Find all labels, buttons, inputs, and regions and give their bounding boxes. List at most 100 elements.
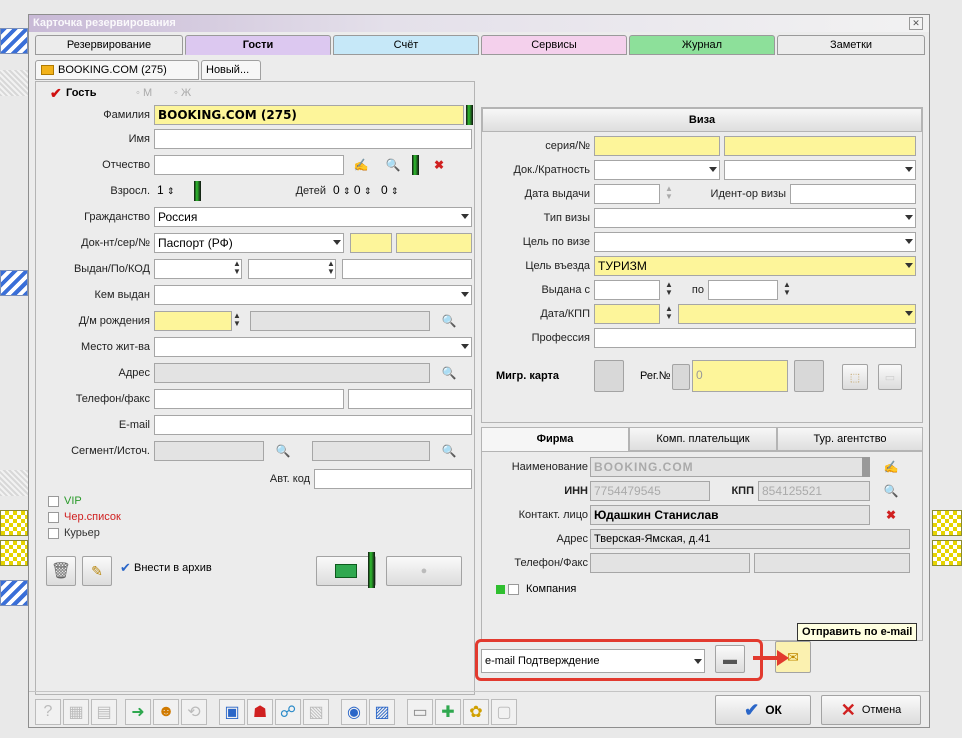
- doc-type-select[interactable]: Паспорт (РФ): [154, 233, 344, 253]
- tab-travel-agency[interactable]: Тур. агентство: [777, 427, 923, 451]
- reg-button[interactable]: [672, 364, 690, 390]
- children-stepper[interactable]: 0 ⇕ 0 ⇕: [330, 181, 376, 201]
- tab-notes[interactable]: Заметки: [777, 35, 925, 55]
- residence-select[interactable]: [154, 337, 472, 357]
- palette-icon[interactable]: ✿: [463, 699, 489, 725]
- add-icon[interactable]: ✚: [435, 699, 461, 725]
- phone-field[interactable]: [154, 389, 344, 409]
- delete-icon[interactable]: ✖: [882, 506, 900, 524]
- stepper-icon[interactable]: ▲ ▼: [326, 260, 336, 278]
- company-checkbox[interactable]: [508, 584, 519, 595]
- scan-button[interactable]: [794, 360, 824, 392]
- gender-m-radio[interactable]: ◦ М: [136, 87, 152, 99]
- ok-button[interactable]: ✔ ОК: [715, 695, 811, 725]
- stepper-icon[interactable]: ▲ ▼: [664, 281, 674, 299]
- inn-field[interactable]: 7754479545: [590, 481, 710, 501]
- email-field[interactable]: [154, 415, 472, 435]
- tab-firm[interactable]: Фирма: [481, 427, 629, 451]
- camera-icon[interactable]: ◉: [341, 699, 367, 725]
- migr-card-button[interactable]: [594, 360, 624, 392]
- search-icon[interactable]: 🔍: [384, 156, 402, 174]
- calculator-icon[interactable]: ▣: [219, 699, 245, 725]
- tab-payer[interactable]: Комп. плательщик: [629, 427, 777, 451]
- cancel-button[interactable]: ✕ Отмена: [821, 695, 921, 725]
- trash-icon[interactable]: 🗑: [46, 556, 76, 586]
- subtab-new[interactable]: Новый...: [201, 60, 261, 80]
- company-fax-field[interactable]: [754, 553, 910, 573]
- archive-checkbox[interactable]: ✔: [120, 560, 131, 576]
- search-icon[interactable]: 🔍: [440, 364, 458, 382]
- card-key-button[interactable]: [316, 556, 376, 586]
- kpp-select[interactable]: [678, 304, 916, 324]
- search-icon[interactable]: 🔍: [440, 442, 458, 460]
- visa-series-field[interactable]: [594, 136, 720, 156]
- company-phone-field[interactable]: [590, 553, 750, 573]
- help-icon[interactable]: ?: [35, 699, 61, 725]
- doc-icon[interactable]: ▭: [878, 364, 902, 390]
- stepper-icon[interactable]: ▲ ▼: [232, 312, 242, 330]
- address-field[interactable]: [154, 363, 430, 383]
- name-field[interactable]: [154, 129, 472, 149]
- tab-reservation[interactable]: Резервирование: [35, 35, 183, 55]
- children-stepper-2[interactable]: 0 ⇕: [378, 181, 414, 201]
- issued-from-field[interactable]: [594, 280, 660, 300]
- source-field[interactable]: [312, 441, 430, 461]
- subtab-booking[interactable]: BOOKING.COM (275): [35, 60, 199, 80]
- document-icon[interactable]: ▨: [369, 699, 395, 725]
- check-doc-icon[interactable]: ✍: [882, 458, 900, 476]
- stepper-icon[interactable]: ▲ ▼: [782, 281, 792, 299]
- list-icon[interactable]: ▤: [91, 699, 117, 725]
- copy-icon[interactable]: ⬚: [842, 364, 868, 390]
- image-icon[interactable]: ▧: [303, 699, 329, 725]
- reg-number-field[interactable]: 0: [692, 360, 788, 392]
- stepper-icon[interactable]: ▲ ▼: [664, 185, 674, 203]
- window-icon[interactable]: ▢: [491, 699, 517, 725]
- birth-place-field[interactable]: [250, 311, 430, 331]
- tab-journal[interactable]: Журнал: [629, 35, 775, 55]
- scrollbar[interactable]: [862, 457, 870, 477]
- doc-number-field[interactable]: [396, 233, 472, 253]
- citizenship-select[interactable]: Россия: [154, 207, 472, 227]
- disabled-button[interactable]: ●: [386, 556, 462, 586]
- patronymic-field[interactable]: [154, 155, 344, 175]
- visa-mult-select[interactable]: [724, 160, 916, 180]
- visa-doc-select[interactable]: [594, 160, 720, 180]
- vip-checkbox[interactable]: [48, 496, 59, 507]
- close-icon[interactable]: ✕: [909, 17, 923, 30]
- doc-series-field[interactable]: [350, 233, 392, 253]
- stepper-icon[interactable]: ▲ ▼: [664, 305, 674, 323]
- checkout-icon[interactable]: ⟲: [181, 699, 207, 725]
- issued-by-select[interactable]: [154, 285, 472, 305]
- tab-services[interactable]: Сервисы: [481, 35, 627, 55]
- issued-to-field[interactable]: [708, 280, 778, 300]
- kpp-field[interactable]: 854125521: [758, 481, 870, 501]
- table-icon[interactable]: ▦: [63, 699, 89, 725]
- stepper-icon[interactable]: ▲ ▼: [232, 260, 242, 278]
- valid-till-field[interactable]: [248, 259, 336, 279]
- search-icon[interactable]: 🔍: [440, 312, 458, 330]
- tab-bill[interactable]: Счёт: [333, 35, 479, 55]
- company-name-field[interactable]: BOOKING.COM: [590, 457, 870, 477]
- code-field[interactable]: [342, 259, 472, 279]
- autocode-field[interactable]: [314, 469, 472, 489]
- guest-icon[interactable]: ☻: [153, 699, 179, 725]
- search-icon[interactable]: 🔍: [274, 442, 292, 460]
- adults-stepper[interactable]: 1 ⇕: [154, 181, 188, 201]
- profession-field[interactable]: [594, 328, 916, 348]
- edit-user-icon[interactable]: ✎: [82, 556, 112, 586]
- surname-field[interactable]: BOOKING.COM (275): [154, 105, 464, 125]
- users-icon[interactable]: ☗: [247, 699, 273, 725]
- group-icon[interactable]: ☍: [275, 699, 301, 725]
- visa-id-field[interactable]: [790, 184, 916, 204]
- scanner-icon[interactable]: ▭: [407, 699, 433, 725]
- contact-field[interactable]: Юдашкин Станислав: [590, 505, 870, 525]
- issue-date-field[interactable]: [594, 184, 660, 204]
- company-address-field[interactable]: Тверская-Ямская, д.41: [590, 529, 910, 549]
- visa-purpose-select[interactable]: [594, 232, 916, 252]
- birth-date-field[interactable]: [154, 311, 232, 331]
- delete-icon[interactable]: ✖: [430, 156, 448, 174]
- check-doc-icon[interactable]: ✍: [352, 156, 370, 174]
- checkin-icon[interactable]: ➜: [125, 699, 151, 725]
- visa-type-select[interactable]: [594, 208, 916, 228]
- blacklist-checkbox[interactable]: [48, 512, 59, 523]
